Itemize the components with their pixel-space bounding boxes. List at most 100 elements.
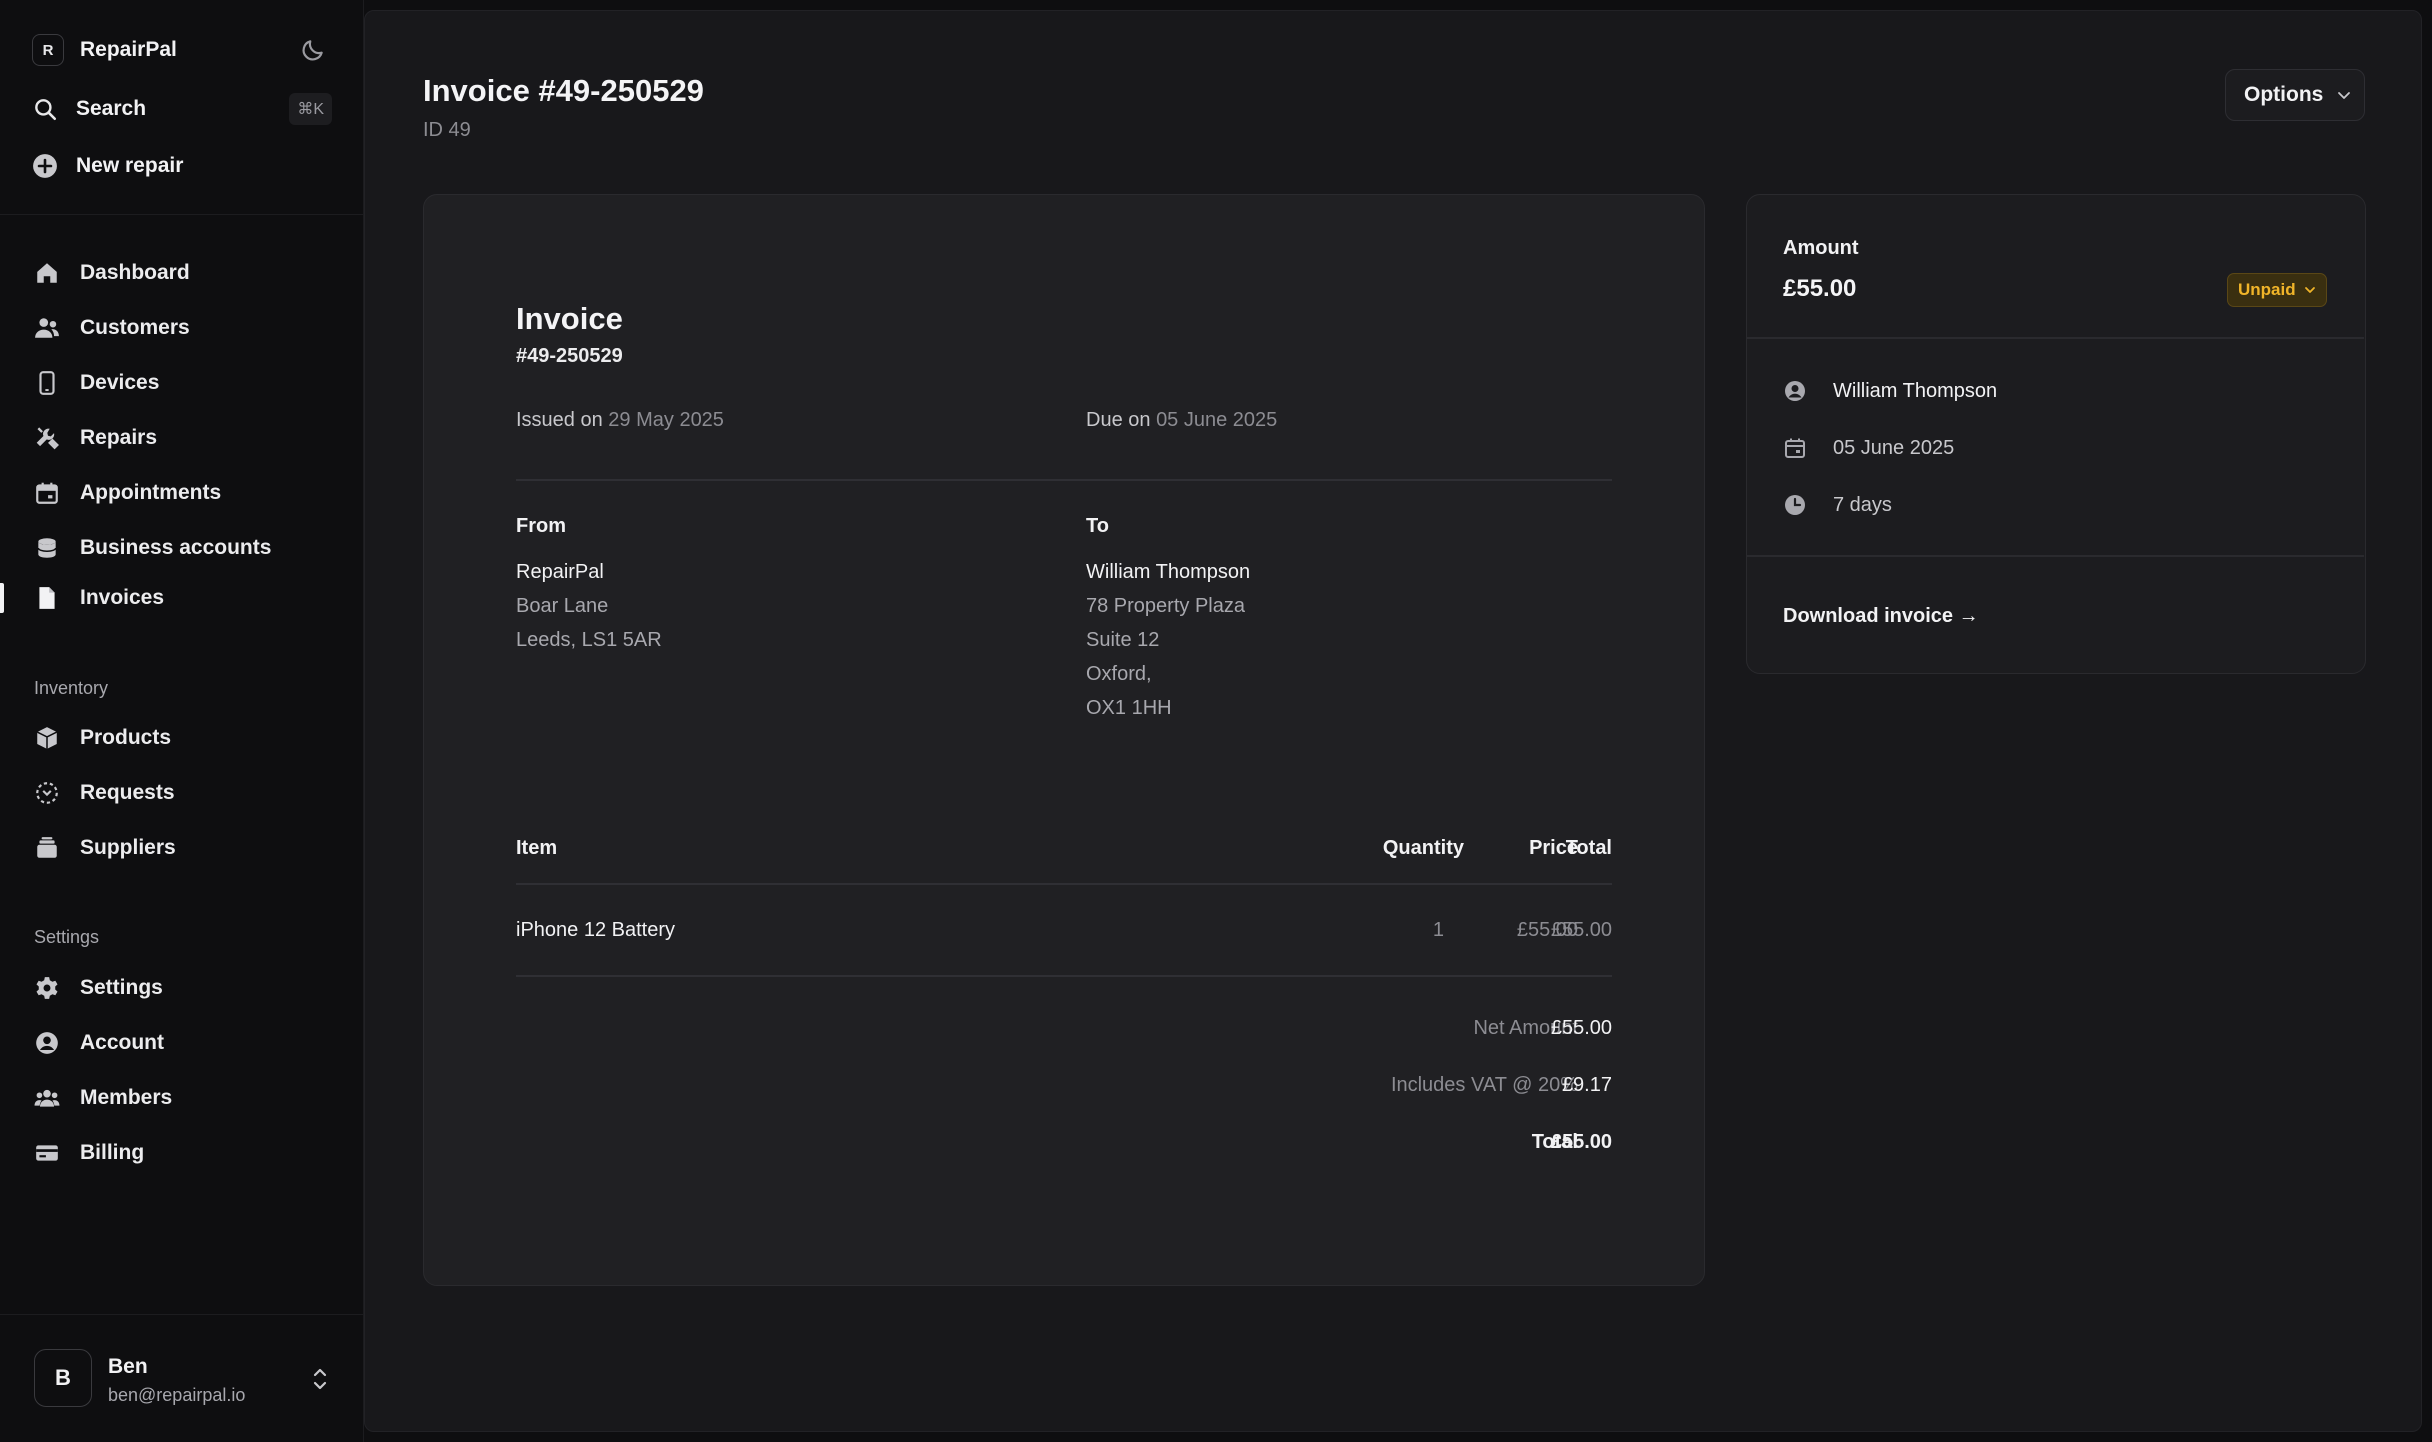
calendar-icon bbox=[1785, 438, 1805, 458]
sidebar: R RepairPal Search ⌘K New repair Dashboa… bbox=[0, 0, 364, 1442]
invoice-heading: Invoice bbox=[516, 301, 623, 336]
brand-row: R RepairPal bbox=[32, 32, 332, 68]
calendar-icon bbox=[32, 478, 62, 508]
inventory-section-label: Inventory bbox=[34, 678, 109, 698]
sidebar-item-invoices[interactable]: Invoices bbox=[32, 578, 332, 618]
sidebar-item-products[interactable]: Products bbox=[32, 718, 332, 758]
from-name: RepairPal bbox=[516, 561, 604, 583]
row-item: iPhone 12 Battery bbox=[516, 919, 675, 941]
divider bbox=[516, 479, 1612, 481]
sidebar-item-billing[interactable]: Billing bbox=[32, 1133, 332, 1173]
sidebar-item-settings[interactable]: Settings bbox=[32, 968, 332, 1008]
active-indicator bbox=[0, 583, 4, 613]
sidebar-item-account[interactable]: Account bbox=[32, 1023, 332, 1063]
plus-circle-icon bbox=[33, 154, 57, 178]
sidebar-item-label: Billing bbox=[80, 1141, 145, 1164]
sidebar-item-customers[interactable]: Customers bbox=[32, 308, 332, 348]
members-icon bbox=[32, 1083, 62, 1113]
to-address-line: 78 Property Plaza bbox=[1086, 595, 1245, 617]
sidebar-item-label: Devices bbox=[80, 371, 160, 394]
tools-icon bbox=[32, 423, 62, 453]
search-icon bbox=[35, 99, 57, 121]
moon-icon[interactable] bbox=[300, 37, 326, 63]
issued-date: Issued on 29 May 2025 bbox=[516, 409, 724, 432]
app-logo[interactable]: R bbox=[32, 34, 64, 66]
due-date: Due on 05 June 2025 bbox=[1086, 409, 1277, 432]
chevron-down-icon bbox=[2304, 287, 2315, 293]
sidebar-item-appointments[interactable]: Appointments bbox=[32, 473, 332, 513]
table-header-divider bbox=[516, 883, 1612, 885]
sidebar-divider bbox=[0, 214, 364, 215]
sidebar-item-repairs[interactable]: Repairs bbox=[32, 418, 332, 458]
options-button[interactable]: Options bbox=[2225, 69, 2365, 121]
amount-value: £55.00 bbox=[1783, 275, 1857, 302]
amount-label: Amount bbox=[1783, 237, 1859, 259]
user-menu[interactable]: B Ben ben@repairpal.io bbox=[0, 1314, 364, 1442]
user-name: Ben bbox=[108, 1355, 148, 1378]
table-row-divider bbox=[516, 975, 1612, 977]
divider bbox=[1747, 337, 2364, 339]
supplier-icon bbox=[32, 833, 62, 863]
user-email: ben@repairpal.io bbox=[108, 1385, 246, 1405]
sidebar-item-label: Products bbox=[80, 726, 172, 749]
row-total: £55.00 bbox=[1550, 919, 1612, 941]
app-name[interactable]: RepairPal bbox=[80, 38, 177, 62]
new-repair-button[interactable]: New repair bbox=[32, 146, 332, 186]
status-label: Unpaid bbox=[2238, 280, 2296, 299]
search-label: Search bbox=[76, 97, 147, 120]
settings-section-label: Settings bbox=[34, 927, 100, 947]
search-button[interactable]: Search ⌘K bbox=[32, 89, 332, 129]
user-circle-icon bbox=[32, 1028, 62, 1058]
sidebar-item-label: Customers bbox=[80, 316, 190, 339]
from-heading: From bbox=[516, 515, 566, 537]
sidebar-item-suppliers[interactable]: Suppliers bbox=[32, 828, 332, 868]
box-icon bbox=[32, 723, 62, 753]
total-value: £55.00 bbox=[1550, 1131, 1612, 1153]
clock-icon bbox=[1785, 495, 1805, 515]
from-address-line: Leeds, LS1 5AR bbox=[516, 629, 662, 651]
sidebar-item-label: Invoices bbox=[80, 586, 165, 609]
to-address-line: Suite 12 bbox=[1086, 629, 1160, 651]
invoice-summary-card: Amount £55.00 Unpaid William Thompson 05… bbox=[1746, 194, 2366, 674]
to-heading: To bbox=[1086, 515, 1109, 537]
sidebar-item-dashboard[interactable]: Dashboard bbox=[32, 253, 332, 293]
gear-icon bbox=[32, 973, 62, 1003]
to-address-line: Oxford, bbox=[1086, 663, 1152, 685]
options-label: Options bbox=[2244, 83, 2324, 106]
column-header-quantity: Quantity bbox=[1382, 837, 1464, 859]
due-date-value: 05 June 2025 bbox=[1833, 436, 1955, 459]
vat-value: £9.17 bbox=[1561, 1074, 1612, 1096]
divider bbox=[1747, 555, 2364, 557]
sidebar-item-label: Business accounts bbox=[80, 536, 272, 559]
sidebar-item-label: Members bbox=[80, 1086, 173, 1109]
due-value: 05 June 2025 bbox=[1156, 409, 1278, 431]
user-circle-icon bbox=[1785, 381, 1805, 401]
sidebar-item-label: Dashboard bbox=[80, 261, 190, 284]
download-invoice-link[interactable]: Download invoice → bbox=[1783, 605, 1979, 628]
to-name: William Thompson bbox=[1086, 561, 1251, 583]
chevron-down-icon bbox=[2338, 92, 2351, 99]
sidebar-item-label: Settings bbox=[80, 976, 163, 999]
main-panel: Invoice #49-250529 ID 49 Options Invoice… bbox=[364, 10, 2422, 1432]
status-badge[interactable]: Unpaid bbox=[2227, 273, 2327, 307]
sidebar-item-label: Suppliers bbox=[80, 836, 176, 859]
column-header-item: Item bbox=[516, 837, 558, 859]
row-quantity: 1 bbox=[1432, 919, 1444, 941]
sidebar-item-label: Account bbox=[80, 1031, 164, 1054]
sidebar-item-business-accounts[interactable]: Business accounts bbox=[32, 528, 332, 568]
sidebar-item-members[interactable]: Members bbox=[32, 1078, 332, 1118]
new-repair-label: New repair bbox=[76, 154, 184, 177]
device-icon bbox=[32, 368, 62, 398]
issued-value: 29 May 2025 bbox=[608, 409, 724, 431]
due-label: Due on bbox=[1086, 409, 1151, 431]
sidebar-item-label: Appointments bbox=[80, 481, 222, 504]
column-header-total: Total bbox=[1565, 837, 1612, 859]
term-row: 7 days bbox=[1783, 489, 1892, 521]
home-icon bbox=[32, 258, 62, 288]
customer-row: William Thompson bbox=[1783, 375, 1997, 407]
issued-label: Issued on bbox=[516, 409, 603, 431]
chevron-up-down-icon[interactable] bbox=[308, 1365, 332, 1393]
sidebar-item-devices[interactable]: Devices bbox=[32, 363, 332, 403]
sidebar-item-requests[interactable]: Requests bbox=[32, 773, 332, 813]
sidebar-item-label: Repairs bbox=[80, 426, 158, 449]
